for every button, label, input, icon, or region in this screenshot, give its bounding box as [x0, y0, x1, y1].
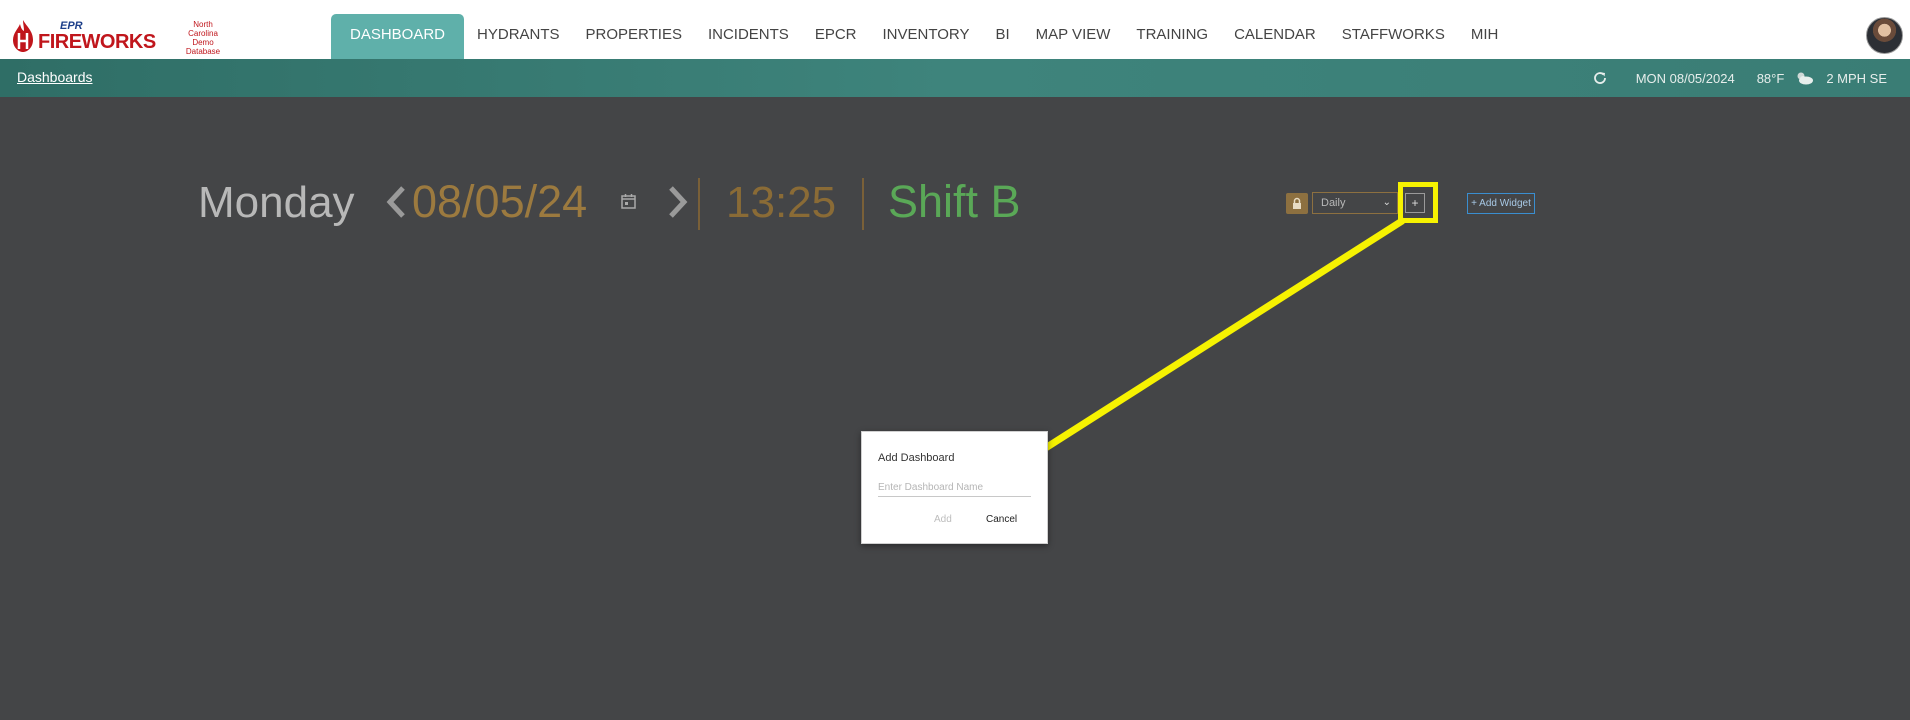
sub-header-bar: Dashboards MON 08/05/2024 88°F 2 MPH SE [0, 59, 1910, 97]
calendar-icon[interactable] [621, 193, 636, 209]
refresh-icon[interactable] [1592, 70, 1608, 86]
nav-incidents[interactable]: INCIDENTS [695, 14, 802, 59]
annotation-arrow [994, 217, 1406, 479]
nav-epcr[interactable]: EPCR [802, 14, 870, 59]
flame-logo-icon [13, 20, 33, 52]
nav-dashboard[interactable]: DASHBOARD [331, 14, 465, 59]
frequency-select[interactable]: Daily ⌄ [1312, 192, 1398, 214]
brand-name: FIREWORKS [38, 30, 156, 53]
wind-speed: 2 MPH SE [1826, 70, 1887, 86]
header-divider [862, 178, 864, 230]
main-nav: DASHBOARD HYDRANTS PROPERTIES INCIDENTS … [331, 14, 1511, 59]
user-avatar[interactable] [1866, 17, 1903, 54]
add-button[interactable]: Add [934, 514, 952, 525]
nav-calendar[interactable]: CALENDAR [1221, 14, 1329, 59]
add-dashboard-dialog: Add Dashboard Add Cancel [861, 431, 1048, 544]
previous-day-chevron-icon[interactable] [384, 185, 408, 219]
lock-button[interactable] [1286, 193, 1308, 214]
nav-map-view[interactable]: MAP VIEW [1023, 14, 1124, 59]
header-divider [698, 178, 700, 230]
current-shift: Shift B [888, 176, 1021, 227]
nav-hydrants[interactable]: HYDRANTS [464, 14, 573, 59]
header-date: 08/05/24 [412, 176, 588, 227]
app-logo[interactable]: EPR FIREWORKS [12, 18, 156, 54]
top-navigation-bar: EPR FIREWORKS North Carolina Demo Databa… [0, 0, 1910, 59]
nav-inventory[interactable]: INVENTORY [870, 14, 983, 59]
next-day-chevron-icon[interactable] [666, 185, 690, 219]
chevron-down-icon: ⌄ [1382, 197, 1391, 208]
frequency-value: Daily [1321, 197, 1346, 209]
partly-cloudy-icon [1797, 72, 1814, 85]
annotation-highlight-box [1398, 182, 1438, 223]
cancel-button[interactable]: Cancel [986, 514, 1017, 525]
lock-icon [1293, 197, 1301, 209]
nav-properties[interactable]: PROPERTIES [573, 14, 695, 59]
day-of-week: Monday [198, 178, 355, 227]
nav-mih[interactable]: MIH [1458, 14, 1512, 59]
dialog-title: Add Dashboard [878, 452, 955, 464]
breadcrumb-dashboards[interactable]: Dashboards [17, 69, 93, 85]
nav-training[interactable]: TRAINING [1123, 14, 1221, 59]
add-widget-button[interactable]: + Add Widget [1467, 193, 1535, 214]
database-label: North Carolina Demo Database [185, 20, 221, 56]
current-time: 13:25 [726, 178, 837, 227]
dashboard-name-input[interactable] [878, 479, 1031, 497]
temperature: 88°F [1756, 70, 1785, 86]
nav-staffworks[interactable]: STAFFWORKS [1329, 14, 1458, 59]
current-date: MON 08/05/2024 [1635, 70, 1735, 86]
nav-bi[interactable]: BI [982, 14, 1022, 59]
brand-epr: EPR [60, 19, 83, 32]
